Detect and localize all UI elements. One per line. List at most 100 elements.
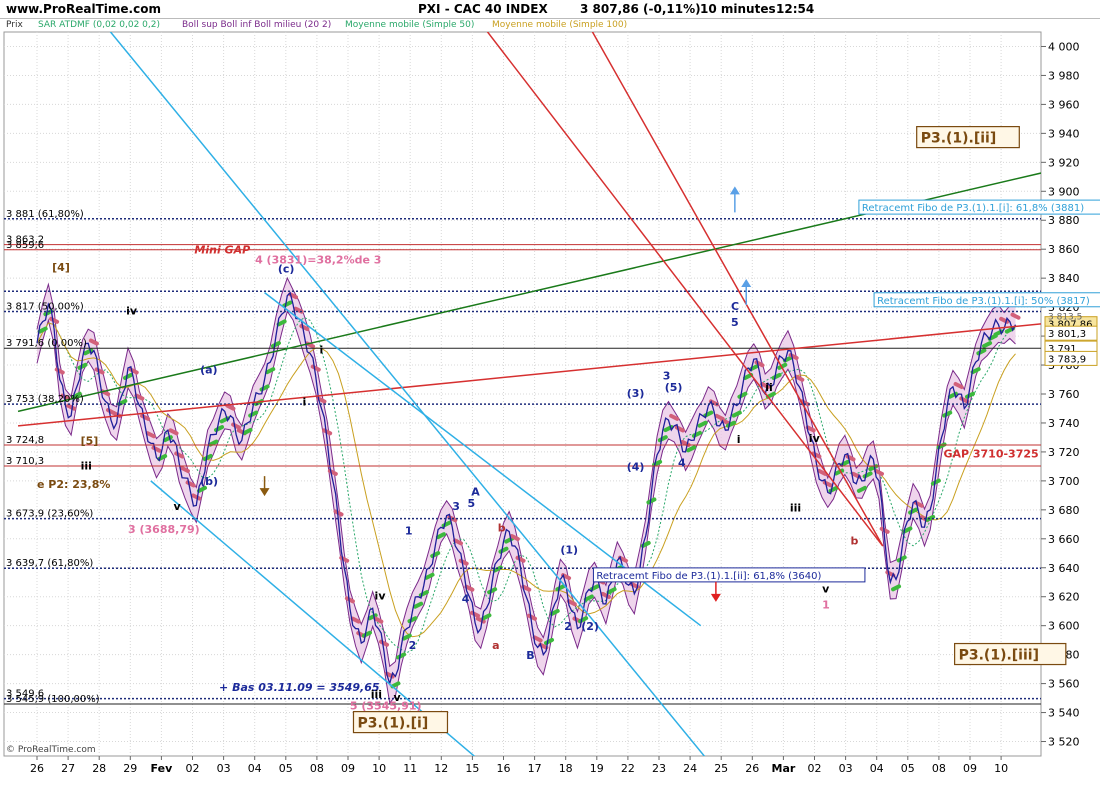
wave-label: ii — [765, 381, 773, 394]
sar-mark — [464, 584, 475, 592]
x-tick-label: 08 — [310, 762, 324, 775]
sar-mark — [805, 425, 816, 433]
x-tick-label: 10 — [994, 762, 1008, 775]
wave-box-label: P3.(1).[i] — [357, 716, 428, 732]
price-tag: 3 783,9 — [1044, 350, 1098, 366]
sar-mark — [521, 584, 532, 592]
level-label: 3 753 (38,20%) — [6, 394, 84, 405]
sar-mark — [743, 372, 754, 380]
wave-label: C — [731, 300, 739, 313]
wave-label: iii — [371, 688, 382, 701]
y-tick-label: 3 520 — [1048, 736, 1080, 749]
sar-mark — [686, 445, 697, 453]
sar-mark — [452, 538, 463, 546]
x-tick-label: 27 — [61, 762, 75, 775]
wave-label: v — [394, 691, 402, 704]
sar-mark — [526, 613, 537, 621]
y-axis: 4 000 3 980 3 960 3 940 3 920 3 900 3 880 3 860… — [1041, 40, 1080, 749]
wave-label: i — [320, 343, 324, 356]
sar-mark — [930, 478, 941, 486]
wave-label: iv — [375, 590, 387, 603]
level-label: 3 673,9 (23,60%) — [6, 509, 93, 520]
sar-mark — [373, 616, 384, 624]
y-tick-label: 4 000 — [1048, 40, 1080, 53]
x-tick-label: 12 — [434, 762, 448, 775]
y-tick-label: 3 640 — [1048, 562, 1080, 575]
wave-box-label: P3.(1).[ii] — [921, 131, 997, 147]
fibo-box: Retracemt Fibo de P3.(1).1.[ii]: 61,8% (… — [592, 567, 866, 583]
y-tick-label: 3 860 — [1048, 243, 1080, 256]
wave-label: v — [174, 500, 182, 513]
wave-box-label: P3.(1).[iii] — [959, 648, 1039, 664]
sar-mark — [669, 413, 680, 421]
sar-mark — [179, 465, 190, 473]
sar-mark — [856, 485, 867, 493]
x-axis: 26 27 28 29 Fev 02 03 04 05 08 09 10 11 12 15 16 17 18 19 2… — [30, 756, 1008, 775]
y-tick-label: 3 760 — [1048, 388, 1080, 401]
price-chart[interactable]: 4 000 3 980 3 960 3 940 3 920 3 900 3 880 3 860… — [0, 0, 1100, 800]
wave-label: 3 (3688,79) — [128, 523, 200, 536]
sar-mark — [731, 410, 742, 418]
wave-label: 1 — [405, 524, 413, 537]
sar-mark — [697, 420, 708, 428]
x-tick-label: 10 — [372, 762, 386, 775]
sar-mark — [765, 391, 776, 399]
wave-box: P3.(1).[i] — [352, 710, 449, 734]
sar-mark — [873, 468, 884, 476]
y-tick-label: 3 600 — [1048, 620, 1080, 633]
wave-label: i — [737, 433, 741, 446]
wave-label: a — [492, 639, 499, 652]
sar-mark — [902, 526, 913, 534]
x-tick-label: 03 — [217, 762, 231, 775]
sar-mark — [242, 427, 253, 435]
sar-mark — [794, 374, 805, 382]
sar-mark — [970, 367, 981, 375]
y-tick-label: 3 560 — [1048, 678, 1080, 691]
sar-mark — [77, 362, 88, 370]
fibo-box-label: Retracemt Fibo de P3.(1).1.[ii]: 61,8% (… — [596, 571, 821, 582]
x-tick-label: 15 — [465, 762, 479, 775]
x-tick-label: 04 — [248, 762, 262, 775]
sar-mark — [481, 613, 492, 621]
wave-label: b — [498, 522, 506, 535]
wave-label: (1) — [560, 543, 578, 556]
wave-label: 2 — [564, 620, 572, 633]
sar-mark — [225, 403, 236, 411]
sar-mark — [350, 616, 361, 624]
y-tick-label: 3 660 — [1048, 533, 1080, 546]
wave-label: i — [302, 396, 306, 409]
wave-label: e P2: 23,8% — [37, 478, 110, 491]
wave-label: GAP 3710-3725 — [943, 448, 1038, 461]
level-label: 3 881 (61,80%) — [6, 209, 84, 220]
y-tick-label: 3 720 — [1048, 446, 1080, 459]
wave-label: 4 — [678, 456, 686, 469]
sar-mark — [49, 316, 60, 324]
sar-mark — [413, 601, 424, 609]
x-tick-label: 18 — [559, 762, 573, 775]
sar-mark — [123, 372, 134, 380]
x-tick-label: 23 — [652, 762, 666, 775]
x-tick-label: 08 — [932, 762, 946, 775]
sar-mark — [470, 610, 481, 618]
sar-mark — [276, 319, 287, 327]
y-tick-label: 3 940 — [1048, 127, 1080, 140]
x-tick-label: Mar — [772, 762, 796, 775]
level-label: 3 545,9 (100,00%) — [6, 694, 100, 705]
y-tick-label: 3 900 — [1048, 185, 1080, 198]
level-label: 3 859,6 — [6, 240, 44, 251]
wave-label: b — [851, 535, 859, 548]
wave-label: (c) — [278, 262, 295, 275]
sar-mark — [145, 431, 156, 439]
fibo-box: Retracemt Fibo de P3.(1).1.[i]: 61,8% (3… — [858, 199, 1100, 215]
wave-label: Mini GAP — [194, 244, 250, 257]
x-tick-label: 17 — [528, 762, 542, 775]
x-tick-label: 26 — [30, 762, 44, 775]
sar-mark — [191, 493, 202, 501]
x-tick-label: 26 — [745, 762, 759, 775]
plot-area[interactable] — [3, 31, 1042, 757]
x-tick-label: 05 — [901, 762, 915, 775]
wave-label: iv — [126, 304, 138, 317]
sar-mark — [606, 587, 617, 595]
x-tick-label: 16 — [497, 762, 511, 775]
sar-mark — [94, 367, 105, 375]
